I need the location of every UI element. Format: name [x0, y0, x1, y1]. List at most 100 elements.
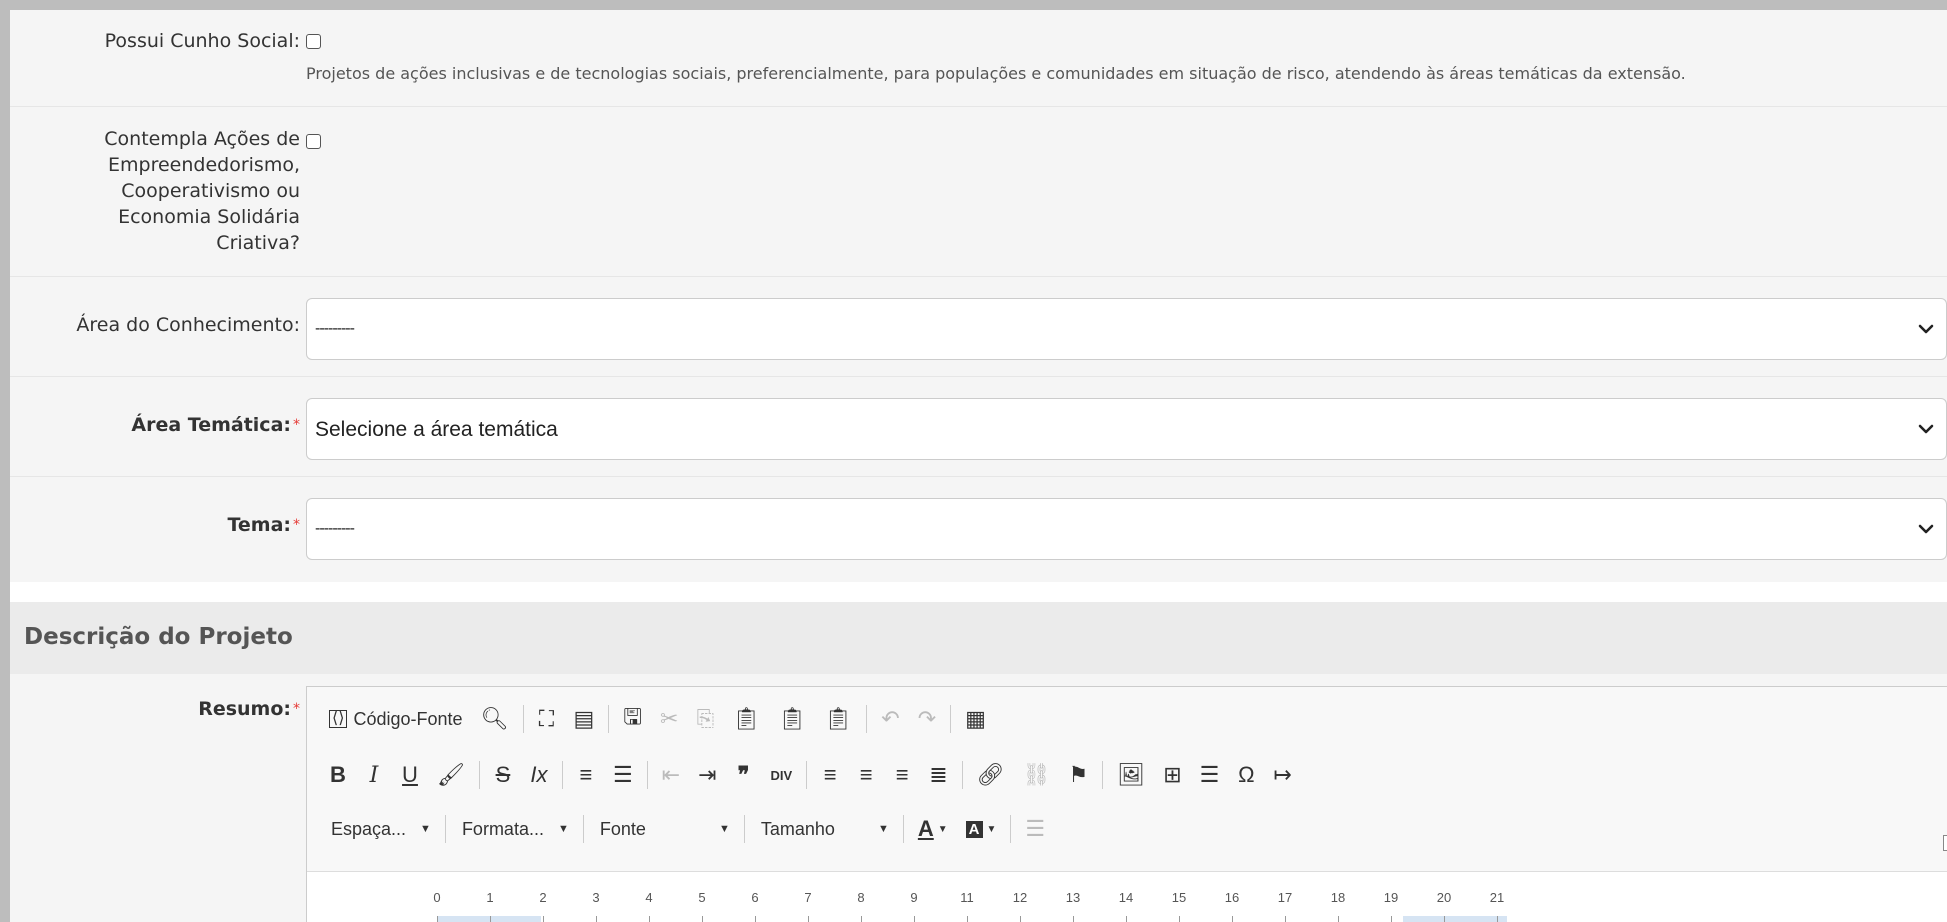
align-left-button[interactable]: ≡ — [815, 760, 845, 790]
ruler-tick-label: 9 — [910, 890, 918, 905]
paste-word-button[interactable]: 📋︎ — [818, 704, 858, 734]
cunho-social-checkbox[interactable] — [306, 34, 321, 49]
ruler-tick-label: 17 — [1277, 890, 1293, 905]
toolbar-separator — [478, 761, 480, 789]
undo-button[interactable]: ↶ — [875, 704, 905, 734]
ruler-tick-label: 7 — [804, 890, 812, 905]
toolbar-separator — [806, 761, 808, 789]
div-container-button[interactable]: DIV — [765, 760, 799, 790]
ruler-tick-label: 19 — [1383, 890, 1399, 905]
source-code-label: Código-Fonte — [353, 708, 463, 729]
paste-text-button[interactable]: 📋︎ — [772, 704, 812, 734]
preview-icon: 🔍︎ — [480, 706, 509, 731]
format-combo-label: Formata... — [461, 818, 544, 839]
page-break-button[interactable]: ↦ — [1267, 760, 1297, 790]
area-conhecimento-value: --------- — [315, 320, 355, 337]
horizontal-line-button[interactable]: ☰ — [1194, 760, 1226, 790]
row-tema: Tema: * --------- — [10, 476, 1947, 582]
numbered-list-icon: ≡ — [579, 762, 593, 787]
justify-button[interactable]: ≣ — [923, 760, 953, 790]
tema-select[interactable]: --------- — [306, 498, 1947, 560]
text-color-button[interactable]: A ▼ — [912, 814, 954, 844]
form-page: Possui Cunho Social: Projetos de ações i… — [10, 10, 1947, 922]
size-combo-label: Tamanho — [760, 818, 835, 839]
ruler-tick — [1179, 916, 1180, 922]
area-tematica-select[interactable]: Selecione a área temática — [306, 398, 1947, 460]
maximize-button[interactable]: ⛶ — [532, 704, 562, 734]
toolbar-separator — [646, 761, 648, 789]
anchor-button[interactable]: ⚑ — [1063, 760, 1095, 790]
blockquote-button[interactable]: ❞ — [729, 760, 759, 790]
ruler-tick-label: 12 — [1012, 890, 1028, 905]
image-button[interactable]: 🖼︎ — [1111, 760, 1151, 790]
cut-button[interactable]: ✂ — [654, 704, 684, 734]
required-marker: * — [293, 417, 300, 433]
required-marker: * — [293, 517, 300, 533]
save-button[interactable]: 🖫 — [617, 704, 648, 734]
row-area-tematica: Área Temática: * Selecione a área temátic… — [10, 376, 1947, 477]
template-button[interactable]: ▦ — [959, 704, 992, 734]
outdent-button[interactable]: ⇤ — [656, 760, 686, 790]
special-char-button[interactable]: Ω — [1231, 760, 1261, 790]
align-center-button[interactable]: ≡ — [851, 760, 881, 790]
line-height-button[interactable]: ☰ — [1019, 814, 1051, 844]
resumo-label-text: Resumo: — [198, 698, 291, 720]
empreendedorismo-checkbox[interactable] — [306, 134, 321, 149]
ruler-tick-label: 8 — [857, 890, 865, 905]
ruler-tick — [437, 916, 438, 922]
font-combo[interactable]: Fonte ▼ — [592, 814, 738, 844]
section-spacer — [10, 582, 1947, 602]
ruler-tick — [1073, 916, 1074, 922]
remove-format-button[interactable]: Ix — [524, 760, 554, 790]
unlink-button[interactable]: ⛓ — [1017, 760, 1057, 790]
area-conhecimento-select[interactable]: --------- — [306, 298, 1947, 360]
show-blocks-button[interactable]: ▤ — [568, 704, 601, 734]
ruler-tick-label: 4 — [645, 890, 653, 905]
image-icon: 🖼︎ — [1117, 762, 1146, 787]
paste-text-icon: 📋︎ — [778, 706, 807, 731]
italic-button[interactable]: I — [359, 760, 389, 790]
indent-button[interactable]: ⇥ — [692, 760, 722, 790]
format-painter-button[interactable]: 🖌︎ — [431, 760, 471, 790]
ruler-tick — [649, 916, 650, 922]
template-icon: ▦ — [965, 706, 986, 731]
preview-button[interactable]: 🔍︎ — [475, 704, 515, 734]
ruler-tick — [596, 916, 597, 922]
copy-button[interactable]: ⎘ — [690, 704, 720, 734]
underline-button[interactable]: U — [395, 760, 425, 790]
bulleted-list-button[interactable]: ☰ — [607, 760, 639, 790]
source-code-button[interactable]: ⟨⟩ Código-Fonte — [323, 704, 469, 734]
table-button[interactable]: ⊞ — [1157, 760, 1187, 790]
link-button[interactable]: 🔗︎ — [971, 760, 1011, 790]
row-area-conhecimento: Área do Conhecimento: --------- — [10, 276, 1947, 377]
justify-icon: ≣ — [929, 762, 948, 787]
bold-button[interactable]: B — [323, 760, 353, 790]
numbered-list-button[interactable]: ≡ — [571, 760, 601, 790]
spacing-combo[interactable]: Espaça... ▼ — [323, 814, 439, 844]
ruler-tick — [702, 916, 703, 922]
redo-button[interactable]: ↷ — [912, 704, 942, 734]
align-right-button[interactable]: ≡ — [887, 760, 917, 790]
ruler-tick — [1020, 916, 1021, 922]
ruler-tick-label: 13 — [1065, 890, 1081, 905]
toolbar-separator — [961, 761, 963, 789]
bold-icon: B — [330, 762, 346, 787]
ruler-tick-label: 16 — [1224, 890, 1240, 905]
paste-button[interactable]: 📋︎ — [726, 704, 766, 734]
ruler-tick-label: 5 — [698, 890, 706, 905]
save-icon: 🖫 — [623, 704, 643, 729]
required-marker: * — [293, 701, 300, 717]
ruler-tick-label: 15 — [1171, 890, 1187, 905]
toolbar-separator — [950, 705, 952, 733]
caret-down-icon: ▼ — [877, 823, 889, 835]
strikethrough-icon: S — [495, 762, 511, 787]
cunho-social-help: Projetos de ações inclusivas e de tecnol… — [306, 64, 1686, 83]
format-combo[interactable]: Formata... ▼ — [454, 814, 577, 844]
ruler-tick-label: 20 — [1436, 890, 1452, 905]
size-combo[interactable]: Tamanho ▼ — [753, 814, 897, 844]
ruler-tick-label: 3 — [592, 890, 600, 905]
empreendedorismo-label-line: Empreendedorismo, — [108, 154, 300, 176]
toolbar-collapse-button[interactable]: ▲ — [1943, 835, 1947, 851]
strikethrough-button[interactable]: S — [488, 760, 518, 790]
bg-color-button[interactable]: A ▼ — [960, 814, 1003, 844]
